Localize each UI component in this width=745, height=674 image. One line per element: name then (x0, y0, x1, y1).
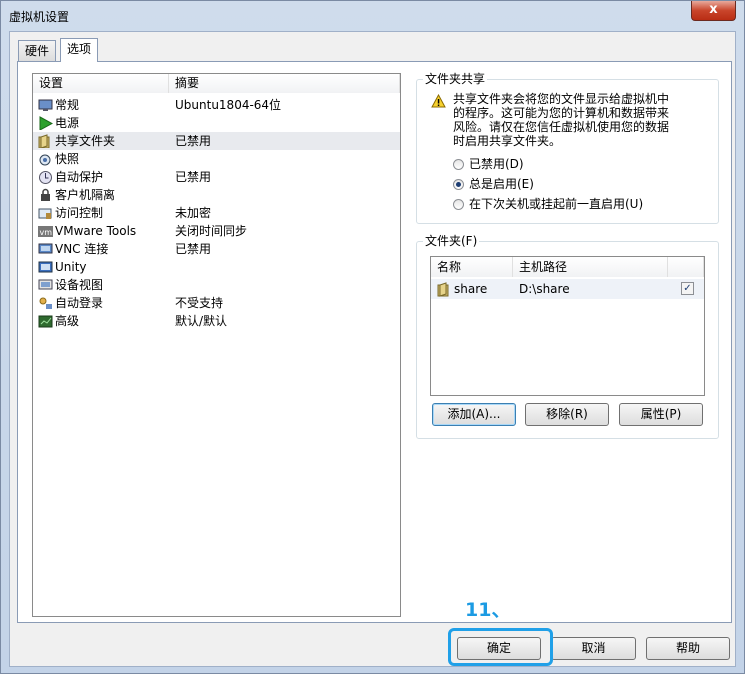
settings-row-name: 高级 (55, 314, 80, 328)
warning-line: 时启用共享文件夹。 (453, 134, 562, 148)
folder-sharing-title: 文件夹共享 (423, 72, 488, 86)
settings-row[interactable]: 自动登录 不受支持 (33, 294, 400, 312)
remove-folder-button[interactable]: 移除(R) (525, 403, 609, 426)
folder-sharing-group: 文件夹共享 共享文件夹会将您的文件显示给虚拟机中 的程序。这可能为您的计算机和数… (416, 72, 719, 224)
settings-row[interactable]: Unity (33, 258, 400, 276)
vnc-icon (38, 243, 53, 254)
settings-row[interactable]: 电源 (33, 114, 400, 132)
settings-row-summary: 已禁用 (175, 242, 212, 256)
snapshot-icon (39, 154, 51, 166)
radio-label: 总是启用(E) (469, 177, 534, 191)
warning-line: 风险。请仅在您信任虚拟机使用您的数据 (453, 120, 670, 134)
device-view-icon (38, 279, 53, 290)
settings-row-summary: 已禁用 (175, 134, 212, 148)
settings-row[interactable]: VNC 连接 已禁用 (33, 240, 400, 258)
settings-row-name: 访问控制 (55, 206, 104, 220)
settings-row[interactable]: 常规 Ubuntu1804-64位 (33, 96, 400, 114)
folders-group: 文件夹(F) 名称 主机路径 share D:\share ✓ 添加(A)...… (416, 234, 719, 439)
help-button[interactable]: 帮助 (646, 637, 730, 660)
add-folder-button[interactable]: 添加(A)... (432, 403, 516, 426)
folders-table-header: 名称 主机路径 (431, 257, 704, 277)
column-name[interactable]: 名称 (431, 257, 513, 277)
radio-label: 已禁用(D) (469, 157, 524, 171)
close-button[interactable]: x (691, 1, 736, 21)
settings-list-header: 设置 摘要 (33, 74, 400, 93)
settings-row-summary: Ubuntu1804-64位 (175, 98, 282, 112)
column-enabled[interactable] (668, 257, 704, 277)
settings-row[interactable]: vm VMware Tools 关闭时间同步 (33, 222, 400, 240)
folders-title: 文件夹(F) (423, 234, 480, 248)
folder-name: share (454, 282, 488, 296)
access-control-icon (38, 208, 52, 219)
settings-row-summary: 已禁用 (175, 170, 212, 184)
settings-row-name: 自动登录 (55, 296, 104, 310)
settings-row[interactable]: 共享文件夹 已禁用 (33, 132, 400, 150)
settings-row-name: VMware Tools (55, 224, 137, 238)
annotation-highlight-box (448, 628, 553, 666)
vm-settings-dialog: 虚拟机设置 x 硬件 选项 设置 摘要 常规 Ubuntu1804-64位 电源 共享… (0, 0, 745, 674)
shared-folder-icon (38, 134, 50, 148)
autologin-icon (39, 297, 52, 309)
warning-icon (431, 94, 446, 108)
options-panel: 设置 摘要 常规 Ubuntu1804-64位 电源 共享文件夹 已禁用 快照 自动保护 已禁… (17, 61, 732, 623)
settings-row[interactable]: 高级 默认/默认 (33, 312, 400, 330)
settings-row[interactable]: 访问控制 未加密 (33, 204, 400, 222)
tab-hardware[interactable]: 硬件 (18, 40, 57, 61)
folder-path: D:\share (519, 282, 570, 296)
title-bar[interactable]: 虚拟机设置 x (1, 1, 744, 31)
settings-row-name: 共享文件夹 (55, 134, 116, 148)
settings-row-name: 快照 (55, 152, 80, 166)
cancel-button[interactable]: 取消 (551, 637, 636, 660)
column-setting[interactable]: 设置 (33, 74, 169, 93)
settings-row-summary: 不受支持 (175, 296, 224, 310)
autoprotect-icon (39, 171, 52, 184)
radio-label: 在下次关机或挂起前一直启用(U) (469, 197, 644, 211)
window-title: 虚拟机设置 (9, 10, 70, 24)
settings-row-name: 设备视图 (55, 278, 104, 292)
monitor-icon (38, 99, 53, 111)
settings-row[interactable]: 自动保护 已禁用 (33, 168, 400, 186)
settings-row-summary: 关闭时间同步 (175, 224, 248, 238)
column-host-path[interactable]: 主机路径 (513, 257, 668, 277)
annotation-step-label: 11、 (465, 599, 511, 621)
settings-row-name: VNC 连接 (55, 242, 109, 256)
dialog-client: 硬件 选项 设置 摘要 常规 Ubuntu1804-64位 电源 共享文件夹 已禁用 快照… (9, 31, 736, 667)
settings-row-name: 客户机隔离 (55, 188, 116, 202)
advanced-icon (38, 315, 53, 328)
warning-line: 共享文件夹会将您的文件显示给虚拟机中 (453, 92, 670, 106)
settings-row-summary: 未加密 (175, 206, 212, 220)
radio-indicator (453, 159, 464, 170)
folder-enabled-checkbox[interactable]: ✓ (681, 282, 694, 295)
tab-options[interactable]: 选项 (60, 38, 99, 62)
power-play-icon (39, 116, 53, 130)
radio-indicator (453, 199, 464, 210)
svg-text:vm: vm (40, 228, 53, 237)
folder-row[interactable]: share D:\share ✓ (431, 279, 704, 299)
vmware-tools-icon: vm (38, 226, 53, 237)
column-summary[interactable]: 摘要 (169, 74, 400, 93)
radio-indicator (453, 179, 464, 190)
settings-row-summary: 默认/默认 (175, 314, 228, 328)
lock-icon (41, 188, 50, 201)
settings-list[interactable]: 设置 摘要 常规 Ubuntu1804-64位 电源 共享文件夹 已禁用 快照 自动保护 已禁… (32, 73, 401, 617)
settings-row-name: 常规 (55, 98, 80, 112)
warning-text: 共享文件夹会将您的文件显示给虚拟机中 的程序。这可能为您的计算机和数据带来 风险… (453, 92, 669, 148)
folder-icon (437, 282, 449, 297)
settings-row-name: Unity (55, 260, 87, 274)
unity-icon (38, 261, 53, 273)
settings-row-name: 自动保护 (55, 170, 104, 184)
settings-row[interactable]: 快照 (33, 150, 400, 168)
settings-row[interactable]: 客户机隔离 (33, 186, 400, 204)
settings-row-name: 电源 (55, 116, 80, 130)
folders-table[interactable]: 名称 主机路径 share D:\share ✓ (430, 256, 705, 396)
warning-line: 的程序。这可能为您的计算机和数据带来 (453, 106, 670, 120)
settings-row[interactable]: 设备视图 (33, 276, 400, 294)
folder-properties-button[interactable]: 属性(P) (619, 403, 703, 426)
